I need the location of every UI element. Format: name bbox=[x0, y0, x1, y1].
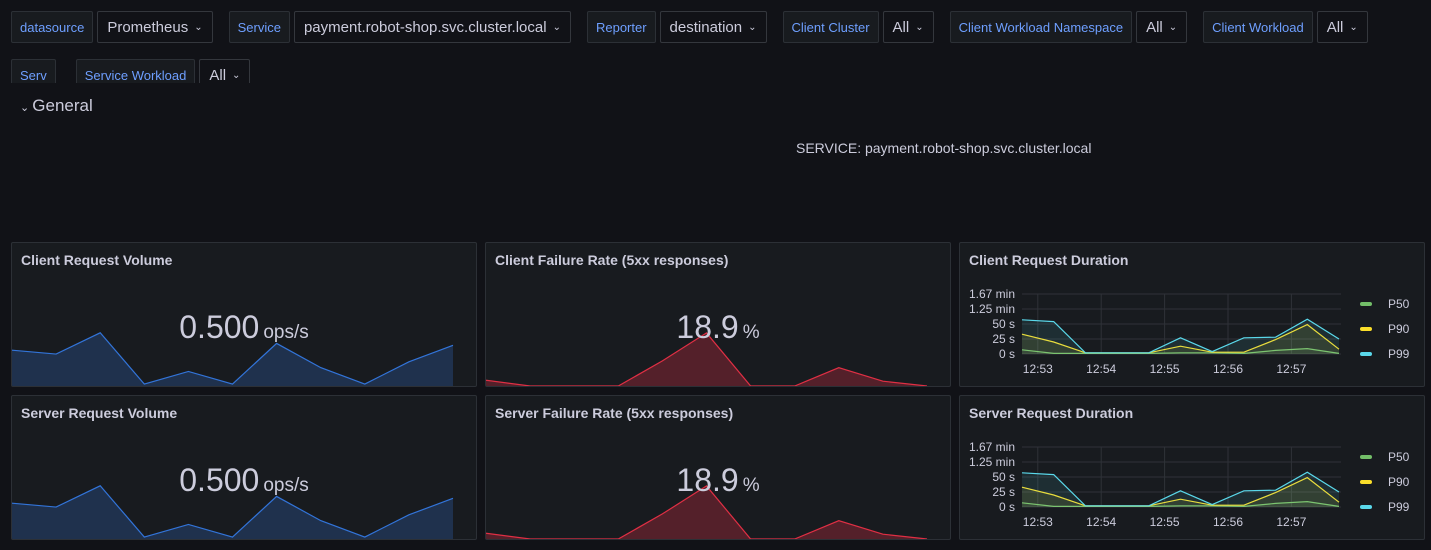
client-request-volume-panel[interactable]: Client Request Volume 0.500 ops/s bbox=[11, 242, 477, 387]
variable-select[interactable]: Prometheus ⌄ bbox=[97, 11, 213, 43]
stat-value: 18.9% bbox=[676, 462, 760, 498]
variable-select[interactable]: destination ⌄ bbox=[659, 11, 767, 43]
y-tick-label: 1.67 min bbox=[969, 287, 1015, 301]
variable-label: Reporter bbox=[586, 11, 656, 43]
variable-1: Service payment.robot-shop.svc.cluster.lo… bbox=[228, 11, 571, 43]
variable-label: Client Workload Namespace bbox=[949, 11, 1133, 43]
client-request-duration-panel[interactable]: Client Request Duration 0 s 25 s 50 s 1.25 … bbox=[959, 242, 1425, 387]
variable-2: Reporter destination ⌄ bbox=[586, 11, 767, 43]
variable-4: Client Workload Namespace All ⌄ bbox=[949, 11, 1188, 43]
variable-select[interactable]: All ⌄ bbox=[199, 59, 251, 83]
x-tick-label: 12:56 bbox=[1213, 362, 1243, 376]
chevron-down-icon: ⌄ bbox=[552, 21, 561, 33]
y-tick-label: 1.25 min bbox=[969, 455, 1015, 469]
variable-7: Service Workload All ⌄ bbox=[75, 59, 251, 83]
x-tick-label: 12:57 bbox=[1276, 362, 1306, 376]
legend-label: P99 bbox=[1388, 346, 1410, 361]
legend-item-p90[interactable]: P90 bbox=[1360, 469, 1409, 494]
x-tick-label: 12:54 bbox=[1086, 515, 1116, 529]
y-tick-label: 50 s bbox=[992, 317, 1015, 331]
chevron-down-icon: ⌄ bbox=[232, 69, 241, 81]
y-tick-label: 0 s bbox=[999, 347, 1015, 361]
variable-select[interactable]: payment.robot-shop.svc.cluster.local ⌄ bbox=[293, 11, 571, 43]
legend-swatch bbox=[1360, 351, 1372, 356]
x-tick-label: 12:53 bbox=[1023, 515, 1053, 529]
y-tick-label: 0 s bbox=[999, 500, 1015, 514]
chevron-down-icon: ⌄ bbox=[1349, 21, 1358, 33]
legend: P50 P90 P99 bbox=[1360, 444, 1409, 519]
legend-item-p99[interactable]: P99 bbox=[1360, 341, 1409, 366]
server-failure-rate-panel[interactable]: Server Failure Rate (5xx responses) 18.9… bbox=[485, 395, 951, 540]
legend-swatch bbox=[1360, 479, 1372, 484]
variables-bar: datasource Prometheus ⌄ Service payment.robo… bbox=[11, 11, 1431, 83]
stat-value: 0.500 ops/s bbox=[179, 309, 309, 345]
variable-label: datasource bbox=[11, 11, 94, 43]
chevron-down-icon: ⌄ bbox=[748, 21, 757, 33]
x-tick-label: 12:56 bbox=[1213, 515, 1243, 529]
x-tick-label: 12:55 bbox=[1150, 362, 1180, 376]
y-tick-label: 1.67 min bbox=[969, 440, 1015, 454]
legend-swatch bbox=[1360, 504, 1372, 509]
service-text-panel: SERVICE: payment.robot-shop.svc.cluster.… bbox=[796, 140, 1092, 156]
client-failure-rate-panel[interactable]: Client Failure Rate (5xx responses) 18.9… bbox=[485, 242, 951, 387]
variable-select[interactable]: All ⌄ bbox=[882, 11, 934, 43]
legend-label: P90 bbox=[1388, 321, 1410, 336]
variable-label: Client Workload bbox=[1203, 11, 1313, 43]
legend-swatch bbox=[1360, 454, 1372, 459]
legend-item-p90[interactable]: P90 bbox=[1360, 316, 1409, 341]
y-tick-label: 25 s bbox=[992, 332, 1015, 346]
server-request-duration-panel[interactable]: Server Request Duration 0 s 25 s 50 s 1.25 … bbox=[959, 395, 1425, 540]
chevron-down-icon: ⌄ bbox=[194, 21, 203, 33]
x-tick-label: 12:53 bbox=[1023, 362, 1053, 376]
legend-item-p50[interactable]: P50 bbox=[1360, 291, 1409, 316]
chevron-down-icon: ⌄ bbox=[915, 21, 924, 33]
legend-item-p99[interactable]: P99 bbox=[1360, 494, 1409, 519]
variable-3: Client Cluster All ⌄ bbox=[782, 11, 934, 43]
legend-label: P99 bbox=[1388, 499, 1410, 514]
legend-label: P50 bbox=[1388, 296, 1410, 311]
stat-value: 0.500 ops/s bbox=[179, 462, 309, 498]
variable-0: datasource Prometheus ⌄ bbox=[11, 11, 213, 43]
variable-select[interactable]: All ⌄ bbox=[1136, 11, 1188, 43]
y-tick-label: 1.25 min bbox=[969, 302, 1015, 316]
server-request-volume-panel[interactable]: Server Request Volume 0.500 ops/s bbox=[11, 395, 477, 540]
x-tick-label: 12:57 bbox=[1276, 515, 1306, 529]
row-title: General bbox=[32, 96, 93, 115]
variable-label: Client Cluster bbox=[782, 11, 879, 43]
stat-value: 18.9% bbox=[676, 309, 760, 345]
legend-label: P50 bbox=[1388, 449, 1410, 464]
y-tick-label: 25 s bbox=[992, 485, 1015, 499]
variable-6: Serv bbox=[11, 59, 60, 83]
legend-label: P90 bbox=[1388, 474, 1410, 489]
legend: P50 P90 P99 bbox=[1360, 291, 1409, 366]
x-tick-label: 12:55 bbox=[1150, 515, 1180, 529]
y-tick-label: 50 s bbox=[992, 470, 1015, 484]
chevron-down-icon: ⌄ bbox=[20, 102, 33, 114]
legend-item-p50[interactable]: P50 bbox=[1360, 444, 1409, 469]
variable-label: Service bbox=[228, 11, 290, 43]
variable-select[interactable]: All ⌄ bbox=[1316, 11, 1368, 43]
variable-label: Serv bbox=[11, 59, 56, 83]
legend-swatch bbox=[1360, 326, 1372, 331]
variable-5: Client Workload All ⌄ bbox=[1203, 11, 1368, 43]
variable-label: Service Workload bbox=[75, 59, 196, 83]
row-general[interactable]: ⌄ General bbox=[20, 96, 93, 116]
legend-swatch bbox=[1360, 301, 1372, 306]
x-tick-label: 12:54 bbox=[1086, 362, 1116, 376]
chevron-down-icon: ⌄ bbox=[1168, 21, 1178, 33]
